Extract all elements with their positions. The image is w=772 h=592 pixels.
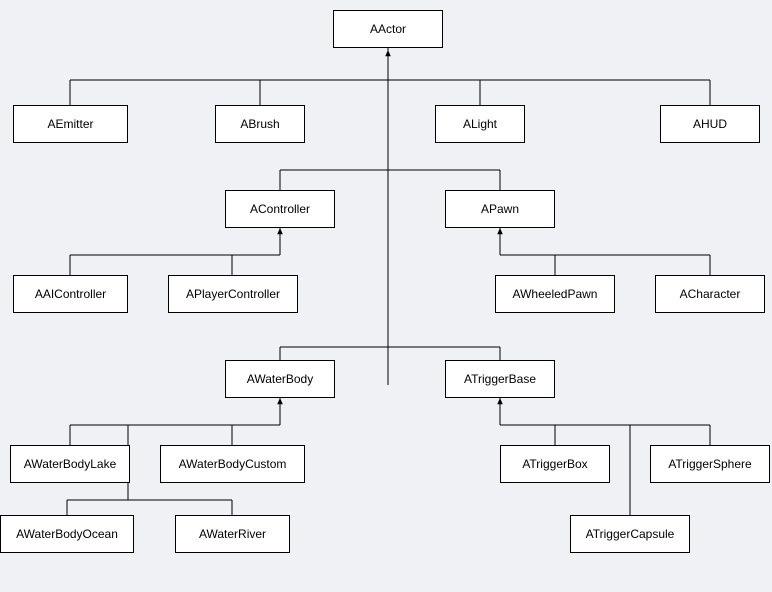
node-label: AAIController — [35, 287, 106, 301]
node-awheeledpawn: AWheeledPawn — [495, 275, 615, 313]
node-label: ATriggerBase — [464, 372, 536, 386]
node-awaterriver: AWaterRiver — [175, 515, 290, 553]
node-label: ATriggerCapsule — [586, 527, 675, 541]
node-label: ATriggerBox — [522, 457, 587, 471]
node-label: AWaterRiver — [199, 527, 266, 541]
node-aaicontroller: AAIController — [13, 275, 128, 313]
node-aemitter: AEmitter — [13, 105, 128, 143]
node-label: AEmitter — [47, 117, 93, 131]
node-atriggerbox: ATriggerBox — [500, 445, 610, 483]
node-aactor: AActor — [333, 10, 443, 48]
node-atriggercapsule: ATriggerCapsule — [570, 515, 690, 553]
node-ahud: AHUD — [660, 105, 760, 143]
node-label: APawn — [481, 202, 519, 216]
node-label: ALight — [463, 117, 497, 131]
node-label: AWheeledPawn — [513, 287, 598, 301]
node-awaterbodycustom: AWaterBodyCustom — [160, 445, 305, 483]
node-label: AActor — [370, 22, 406, 36]
node-label: AHUD — [693, 117, 727, 131]
node-awaterbodyocean: AWaterBodyOcean — [0, 515, 134, 553]
node-label: AWaterBodyCustom — [179, 457, 287, 471]
node-label: ABrush — [240, 117, 279, 131]
diagram-canvas: AActor AEmitter ABrush ALight AHUD ACont… — [0, 0, 772, 592]
node-label: AWaterBodyLake — [24, 457, 117, 471]
node-acharacter: ACharacter — [655, 275, 765, 313]
node-alight: ALight — [435, 105, 525, 143]
node-aplayercontroller: APlayerController — [168, 275, 298, 313]
node-atriggerbase: ATriggerBase — [445, 360, 555, 398]
node-label: ATriggerSphere — [668, 457, 751, 471]
node-atriggersphere: ATriggerSphere — [650, 445, 770, 483]
node-awaterbodylake: AWaterBodyLake — [10, 445, 130, 483]
node-acontroller: AController — [225, 190, 335, 228]
node-label: AWaterBodyOcean — [16, 527, 118, 541]
node-label: APlayerController — [186, 287, 280, 301]
node-awaterbody: AWaterBody — [225, 360, 335, 398]
node-label: AController — [250, 202, 310, 216]
node-label: AWaterBody — [247, 372, 313, 386]
node-apawn: APawn — [445, 190, 555, 228]
node-label: ACharacter — [680, 287, 741, 301]
node-abrush: ABrush — [215, 105, 305, 143]
